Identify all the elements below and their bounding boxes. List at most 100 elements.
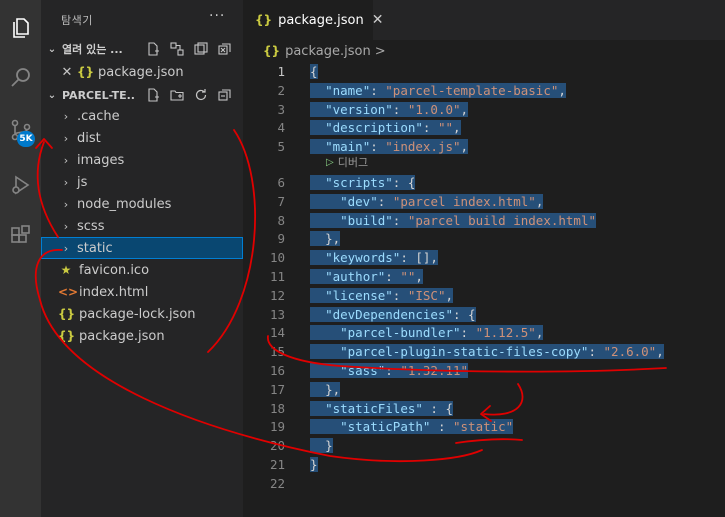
code-line[interactable]: "name": "parcel-template-basic", [310, 82, 566, 98]
source-control-icon[interactable]: 5K [0, 110, 41, 150]
json-icon: {} [77, 65, 95, 79]
tree-item-static[interactable]: › static [41, 237, 243, 259]
line-number: 3 [277, 101, 285, 117]
run-debug-icon[interactable] [0, 165, 41, 205]
line-number: 14 [269, 325, 285, 341]
tree-item-scss[interactable]: › scss [41, 215, 243, 237]
json-icon: {} [58, 329, 76, 343]
chevron-down-icon: ⌄ [47, 89, 57, 101]
code-line[interactable]: "staticFiles" : { [310, 400, 454, 416]
tab-label: package.json [278, 12, 364, 28]
code-line[interactable]: }, [310, 381, 341, 397]
line-number: 21 [269, 457, 285, 472]
source-control-badge: 5K [17, 131, 35, 147]
line-number: 2 [277, 82, 285, 98]
new-folder-icon[interactable] [170, 88, 184, 102]
json-icon: {} [263, 44, 281, 58]
tree-item-index-html[interactable]: <> index.html [41, 281, 243, 303]
new-file-icon[interactable] [146, 88, 160, 102]
line-number: 13 [269, 306, 285, 322]
line-number: 15 [269, 344, 285, 360]
editor-tab-bar: {} package.json ✕ [243, 0, 725, 40]
chevron-right-icon: › [63, 219, 69, 233]
code-line[interactable]: "parcel-plugin-static-files-copy": "2.6.… [310, 344, 664, 360]
line-number: 9 [277, 231, 285, 247]
open-editors-header[interactable]: ⌄ 열려 있는 ... [41, 38, 243, 60]
open-editors-label: 열려 있는 ... [62, 43, 123, 56]
code-line[interactable]: "dev": "parcel index.html", [310, 193, 544, 209]
search-icon[interactable] [0, 58, 41, 98]
open-editor-item[interactable]: ✕ {} package.json [41, 61, 243, 83]
activity-bar: 5K [0, 0, 41, 517]
refresh-icon[interactable] [194, 88, 208, 102]
tree-item-js[interactable]: › js [41, 171, 243, 193]
close-tab-icon[interactable]: ✕ [372, 12, 384, 28]
line-number: 17 [269, 381, 285, 397]
close-icon[interactable]: ✕ [61, 65, 73, 80]
code-line[interactable]: "version": "1.0.0", [310, 101, 469, 117]
star-icon: ★ [60, 263, 72, 277]
tree-item-label: dist [77, 130, 101, 146]
tree-item-label: package-lock.json [79, 306, 196, 322]
line-number: 22 [269, 475, 285, 491]
code-editor[interactable]: ▷ 디버그 1 {2 "name": "parcel-template-basic… [243, 62, 725, 517]
code-line[interactable]: }, [310, 231, 341, 247]
collapse-all-icon[interactable] [218, 88, 232, 102]
new-untitled-file-icon[interactable] [146, 42, 160, 56]
tree-item-label: scss [77, 218, 105, 234]
code-line[interactable]: "scripts": { [310, 175, 416, 190]
close-all-icon[interactable] [218, 42, 232, 56]
code-line[interactable]: "author": "", [310, 269, 423, 284]
code-line[interactable]: "sass": "1.32.11" [310, 363, 469, 378]
files-icon[interactable] [0, 8, 41, 48]
code-line[interactable]: } [310, 438, 333, 454]
code-line[interactable]: "devDependencies": { [310, 306, 476, 322]
tree-item-package-lock[interactable]: {} package-lock.json [41, 303, 243, 325]
code-line[interactable]: "parcel-bundler": "1.12.5", [310, 325, 544, 341]
debug-codelens[interactable]: ▷ 디버그 [326, 154, 368, 170]
json-icon: {} [58, 307, 76, 321]
line-number: 6 [277, 175, 285, 190]
tree-item-cache[interactable]: › .cache [41, 105, 243, 127]
tab-package-json[interactable]: {} package.json ✕ [243, 0, 383, 40]
line-number: 16 [269, 363, 285, 378]
tree-item-favicon[interactable]: ★ favicon.ico [41, 259, 243, 281]
tree-item-label: package.json [79, 328, 165, 344]
line-number: 1 [277, 64, 285, 79]
json-icon: {} [255, 13, 273, 27]
chevron-down-icon: ⌄ [47, 43, 57, 55]
line-number: 10 [269, 250, 285, 266]
open-editor-label: package.json [98, 64, 184, 80]
code-line[interactable]: "keywords": [], [310, 250, 438, 266]
toggle-vertical-layout-icon[interactable] [170, 42, 184, 56]
tree-item-images[interactable]: › images [41, 149, 243, 171]
tree-item-label: .cache [77, 108, 120, 124]
code-line[interactable]: "build": "parcel build index.html" [310, 212, 597, 228]
code-line[interactable]: } [310, 457, 318, 472]
line-number: 7 [277, 193, 285, 209]
tree-item-dist[interactable]: › dist [41, 127, 243, 149]
tree-item-label: node_modules [77, 196, 172, 212]
line-number: 12 [269, 287, 285, 303]
tree-item-node-modules[interactable]: › node_modules [41, 193, 243, 215]
code-line[interactable]: "staticPath" : "static" [310, 419, 514, 435]
tree-item-label: js [77, 174, 88, 190]
code-line[interactable]: { [310, 64, 318, 79]
line-number: 20 [269, 438, 285, 454]
html-icon: <> [58, 285, 79, 299]
line-number: 11 [269, 269, 285, 284]
line-number: 5 [277, 139, 285, 155]
more-actions-button[interactable]: ··· [209, 8, 225, 24]
project-folder-header[interactable]: ⌄ PARCEL-TE... [41, 84, 243, 106]
play-icon: ▷ [326, 156, 334, 168]
tree-item-package-json[interactable]: {} package.json [41, 325, 243, 347]
line-number: 4 [277, 120, 285, 136]
code-line[interactable]: "main": "index.js", [310, 139, 469, 155]
code-line[interactable]: "license": "ISC", [310, 287, 454, 303]
breadcrumb-file[interactable]: package.json [285, 44, 371, 59]
code-line[interactable]: "description": "", [310, 120, 461, 136]
chevron-right-icon: › [63, 241, 69, 255]
explorer-sidebar: 탐색기 ··· ⌄ 열려 있는 ... ✕ {} package.json ⌄ … [41, 0, 243, 517]
save-all-icon[interactable] [194, 42, 208, 56]
extensions-icon[interactable] [0, 216, 41, 256]
